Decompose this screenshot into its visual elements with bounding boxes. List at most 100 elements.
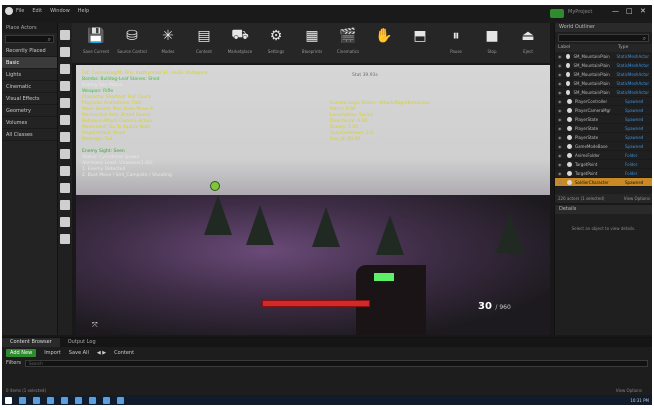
outliner-row[interactable]: ◉ GameModeBase Spawned xyxy=(555,142,652,151)
project-badge-icon[interactable] xyxy=(550,9,564,18)
outliner-row[interactable]: ◉ TargetPoint Folder xyxy=(555,169,652,178)
actor-thumbnail-icon[interactable] xyxy=(60,149,70,159)
outliner-row[interactable]: ◉ TargetPoint Folder xyxy=(555,160,652,169)
actor-thumbnail-icon[interactable] xyxy=(60,200,70,210)
actor-thumbnail-icon[interactable] xyxy=(60,98,70,108)
minimize-button[interactable]: — xyxy=(612,7,619,15)
visibility-eye-icon[interactable]: ◉ xyxy=(558,63,563,68)
actor-thumbnail-icon[interactable] xyxy=(60,115,70,125)
taskbar-app-icon[interactable] xyxy=(89,396,96,404)
outliner-row[interactable]: ◉ PlayerCameraMgr Spawned xyxy=(555,106,652,115)
tray-clock[interactable]: 10:31 PM xyxy=(630,398,649,403)
taskbar-app-icon[interactable] xyxy=(103,396,110,404)
outliner-row[interactable]: ◉ PlayerState Spawned xyxy=(555,133,652,142)
outliner-row[interactable]: ◉ PlayerState Spawned xyxy=(555,115,652,124)
content-view-options-button[interactable]: View Options xyxy=(616,388,642,393)
modes-category-item[interactable]: All Classes xyxy=(2,129,57,141)
toolbar-button[interactable]: ⏏ Eject xyxy=(510,23,546,61)
outliner-row[interactable]: ◉ AnimsFolder Folder xyxy=(555,151,652,160)
actor-thumbnail-icon[interactable] xyxy=(60,81,70,91)
visibility-eye-icon[interactable]: ◉ xyxy=(558,180,564,185)
column-type[interactable]: Type xyxy=(618,45,628,51)
taskbar-app-icon[interactable] xyxy=(47,396,54,404)
modes-category-item[interactable]: Basic xyxy=(2,57,57,69)
visibility-eye-icon[interactable]: ◉ xyxy=(558,54,563,59)
modes-category-item[interactable]: Cinematic xyxy=(2,81,57,93)
menu-edit[interactable]: Edit xyxy=(32,8,42,14)
outliner-row[interactable]: ◉ SM_MountainPlain StaticMeshActor xyxy=(555,88,652,97)
visibility-eye-icon[interactable]: ◉ xyxy=(558,171,564,176)
visibility-eye-icon[interactable]: ◉ xyxy=(558,126,564,131)
visibility-eye-icon[interactable]: ◉ xyxy=(558,135,564,140)
toolbar-button[interactable]: 🎬 Cinematics xyxy=(330,23,366,61)
actor-thumbnail-icon[interactable] xyxy=(60,47,70,57)
toolbar-button[interactable]: ⚙ Settings xyxy=(258,23,294,61)
start-windows-icon[interactable] xyxy=(5,396,12,404)
modes-category-item[interactable]: Visual Effects xyxy=(2,93,57,105)
outliner-row[interactable]: ◉ SM_MountainPlain StaticMeshActor xyxy=(555,61,652,70)
modes-category-item[interactable]: Lights xyxy=(2,69,57,81)
filters-button[interactable]: Filters xyxy=(6,360,21,366)
visibility-eye-icon[interactable]: ◉ xyxy=(558,117,564,122)
outliner-row[interactable]: ◉ SM_MountainPlain StaticMeshActor xyxy=(555,52,652,61)
column-label[interactable]: Label xyxy=(558,45,618,51)
modes-search-input[interactable]: ⌕ xyxy=(5,35,54,43)
menu-window[interactable]: Window xyxy=(50,8,70,14)
outliner-search-input[interactable]: ⌕ xyxy=(558,34,649,42)
modes-category-item[interactable]: Recently Placed xyxy=(2,45,57,57)
toolbar-button[interactable]: ⬒ xyxy=(402,23,438,61)
toolbar-button[interactable]: ⏸ Pause xyxy=(438,23,474,61)
outliner-row[interactable]: ◉ SM_MountainPlain StaticMeshActor xyxy=(555,70,652,79)
content-path-breadcrumb[interactable]: Content xyxy=(114,350,134,356)
toolbar-button[interactable]: ⛁ Source Control xyxy=(114,23,150,61)
toolbar-button[interactable]: ■ Stop xyxy=(474,23,510,61)
maximize-button[interactable]: □ xyxy=(626,7,633,15)
toolbar-button[interactable]: ▦ Blueprints xyxy=(294,23,330,61)
taskbar-app-icon[interactable] xyxy=(61,396,68,404)
visibility-eye-icon[interactable]: ◉ xyxy=(558,72,563,77)
taskbar-app-icon[interactable] xyxy=(75,396,82,404)
actor-thumbnail-icon[interactable] xyxy=(60,166,70,176)
visibility-eye-icon[interactable]: ◉ xyxy=(558,162,564,167)
visibility-eye-icon[interactable]: ◉ xyxy=(558,144,564,149)
tab-output-log[interactable]: Output Log xyxy=(60,338,104,347)
actor-thumbnail-icon[interactable] xyxy=(60,217,70,227)
import-button[interactable]: Import xyxy=(44,350,61,356)
menu-help[interactable]: Help xyxy=(78,8,89,14)
visibility-eye-icon[interactable]: ◉ xyxy=(558,153,564,158)
taskbar-app-icon[interactable] xyxy=(33,396,40,404)
outliner-header[interactable]: World Outliner xyxy=(555,23,652,32)
visibility-eye-icon[interactable]: ◉ xyxy=(558,99,564,104)
visibility-eye-icon[interactable]: ◉ xyxy=(558,81,563,86)
visibility-eye-icon[interactable]: ◉ xyxy=(558,108,564,113)
modes-header[interactable]: Place Actors xyxy=(2,23,57,33)
toolbar-button[interactable]: ✳ Modes xyxy=(150,23,186,61)
nav-arrows-icon[interactable]: ◀ ▶ xyxy=(97,350,106,356)
toolbar-button[interactable]: ✋ xyxy=(366,23,402,61)
outliner-row[interactable]: ◉ PlayerController Spawned xyxy=(555,97,652,106)
actor-thumbnail-icon[interactable] xyxy=(60,234,70,244)
menu-file[interactable]: File xyxy=(16,8,24,14)
actor-thumbnail-icon[interactable] xyxy=(60,183,70,193)
view-options-button[interactable]: View Options xyxy=(624,196,650,201)
modes-category-item[interactable]: Geometry xyxy=(2,105,57,117)
modes-category-item[interactable]: Volumes xyxy=(2,117,57,129)
toolbar-button[interactable]: ⛟ Marketplace xyxy=(222,23,258,61)
outliner-row[interactable]: ◉ PlayerState Spawned xyxy=(555,124,652,133)
outliner-row[interactable]: ◉ SM_MountainPlain StaticMeshActor xyxy=(555,79,652,88)
game-viewport[interactable]: Stat 39.93s Fat: Curreaking/M: Fire: mat… xyxy=(76,65,550,335)
actor-thumbnail-icon[interactable] xyxy=(60,132,70,142)
taskbar-app-icon[interactable] xyxy=(19,396,26,404)
add-new-button[interactable]: Add New xyxy=(6,348,37,357)
details-header[interactable]: Details xyxy=(555,205,652,214)
outliner-row[interactable]: ◉ SoldierCharacter Spawned xyxy=(555,178,652,187)
actor-thumbnail-icon[interactable] xyxy=(60,64,70,74)
tab-content-browser[interactable]: Content Browser xyxy=(2,338,60,347)
save-all-button[interactable]: Save All xyxy=(69,350,89,356)
content-search-input[interactable]: Search xyxy=(25,359,648,367)
visibility-eye-icon[interactable]: ◉ xyxy=(558,90,563,95)
taskbar-app-icon[interactable] xyxy=(117,396,124,404)
close-button[interactable]: ✕ xyxy=(640,7,646,15)
toolbar-button[interactable]: ▤ Content xyxy=(186,23,222,61)
toolbar-button[interactable]: 💾 Save Current xyxy=(78,23,114,61)
